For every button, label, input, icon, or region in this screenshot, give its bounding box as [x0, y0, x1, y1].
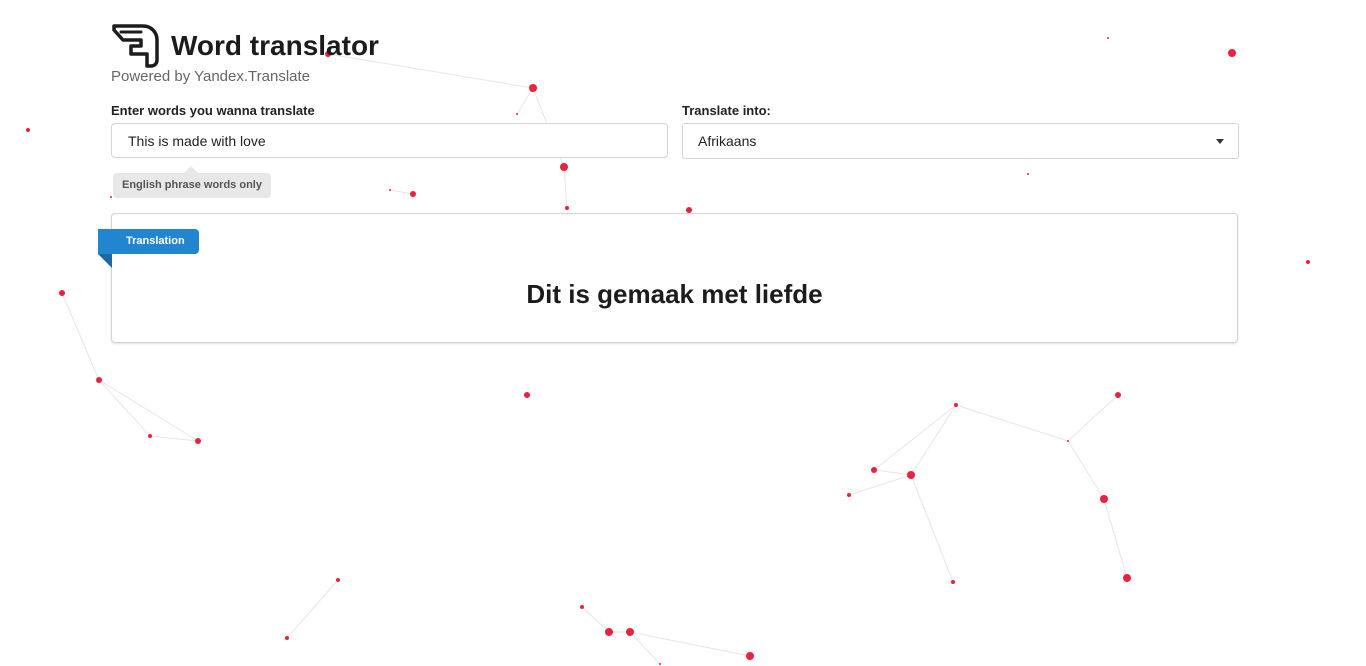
- particle-dot: [871, 467, 877, 473]
- particle-dot: [1067, 440, 1069, 442]
- particle-dot: [580, 605, 584, 609]
- particle-link: [98, 379, 199, 442]
- particle-link: [389, 189, 414, 195]
- particle-dot: [389, 189, 391, 191]
- particle-link: [629, 631, 751, 657]
- particle-dot: [605, 628, 613, 636]
- translate-input[interactable]: [126, 131, 653, 150]
- particle-dot: [1123, 574, 1131, 582]
- particle-dot: [96, 377, 102, 383]
- input-field-group: Enter words you wanna translate: [111, 102, 668, 158]
- particle-dot: [907, 471, 915, 479]
- particle-dot: [1100, 495, 1108, 503]
- page-title: Word translator: [171, 30, 379, 61]
- particle-link: [873, 404, 957, 471]
- particle-dot: [560, 163, 568, 171]
- dropdown-caret-icon: [1216, 138, 1224, 144]
- particle-dot: [1306, 260, 1310, 264]
- translation-output: Dit is gemaak met liefde: [526, 279, 823, 309]
- input-hint-tooltip: English phrase words only: [113, 173, 271, 198]
- language-field-group: Translate into: Afrikaans: [682, 102, 1239, 159]
- particle-dot: [410, 191, 416, 197]
- particle-link: [910, 404, 957, 476]
- particle-dot: [1115, 392, 1121, 398]
- particle-dot: [954, 403, 958, 407]
- particle-dot: [565, 206, 569, 210]
- particle-link: [873, 469, 912, 476]
- particle-link: [98, 379, 151, 437]
- header: Word translator: [111, 20, 1238, 68]
- particle-dot: [336, 578, 340, 582]
- particle-dot: [524, 392, 530, 398]
- language-selected: Afrikaans: [698, 133, 757, 149]
- particle-link: [848, 474, 912, 496]
- particle-dot: [285, 636, 289, 640]
- particle-link: [910, 474, 954, 583]
- particle-link: [563, 166, 568, 209]
- translation-result-card: Translation Dit is gemaak met liefde: [98, 213, 1238, 343]
- winged-hand-logo-icon: [112, 24, 159, 68]
- particle-dot: [110, 196, 112, 198]
- particle-dot: [951, 580, 955, 584]
- particle-dot: [148, 434, 152, 438]
- particle-link: [1067, 394, 1119, 442]
- language-label: Translate into:: [682, 103, 771, 118]
- particle-dot: [59, 290, 65, 296]
- app-container: Word translator Powered by Yandex.Transl…: [98, 20, 1239, 343]
- translation-ribbon-label: Translation: [98, 229, 199, 268]
- particle-dot: [659, 663, 661, 665]
- particle-link: [1103, 498, 1128, 579]
- particle-dot: [626, 628, 634, 636]
- particle-link: [581, 606, 610, 633]
- particle-link: [61, 292, 100, 381]
- language-dropdown[interactable]: Afrikaans: [682, 123, 1239, 159]
- input-label: Enter words you wanna translate: [111, 103, 315, 118]
- particle-dot: [529, 84, 537, 92]
- particle-dot: [847, 493, 851, 497]
- page-subtitle: Powered by Yandex.Translate: [111, 68, 311, 85]
- particle-dot: [1027, 173, 1029, 175]
- particle-link: [955, 404, 1069, 442]
- form-row: Enter words you wanna translate Translat…: [111, 102, 1239, 162]
- particle-dot: [195, 438, 201, 444]
- particle-dot: [26, 128, 30, 132]
- particle-link: [1067, 440, 1105, 500]
- particle-link: [286, 579, 339, 639]
- particle-dot: [746, 652, 754, 660]
- translate-input-wrapper: [111, 123, 668, 158]
